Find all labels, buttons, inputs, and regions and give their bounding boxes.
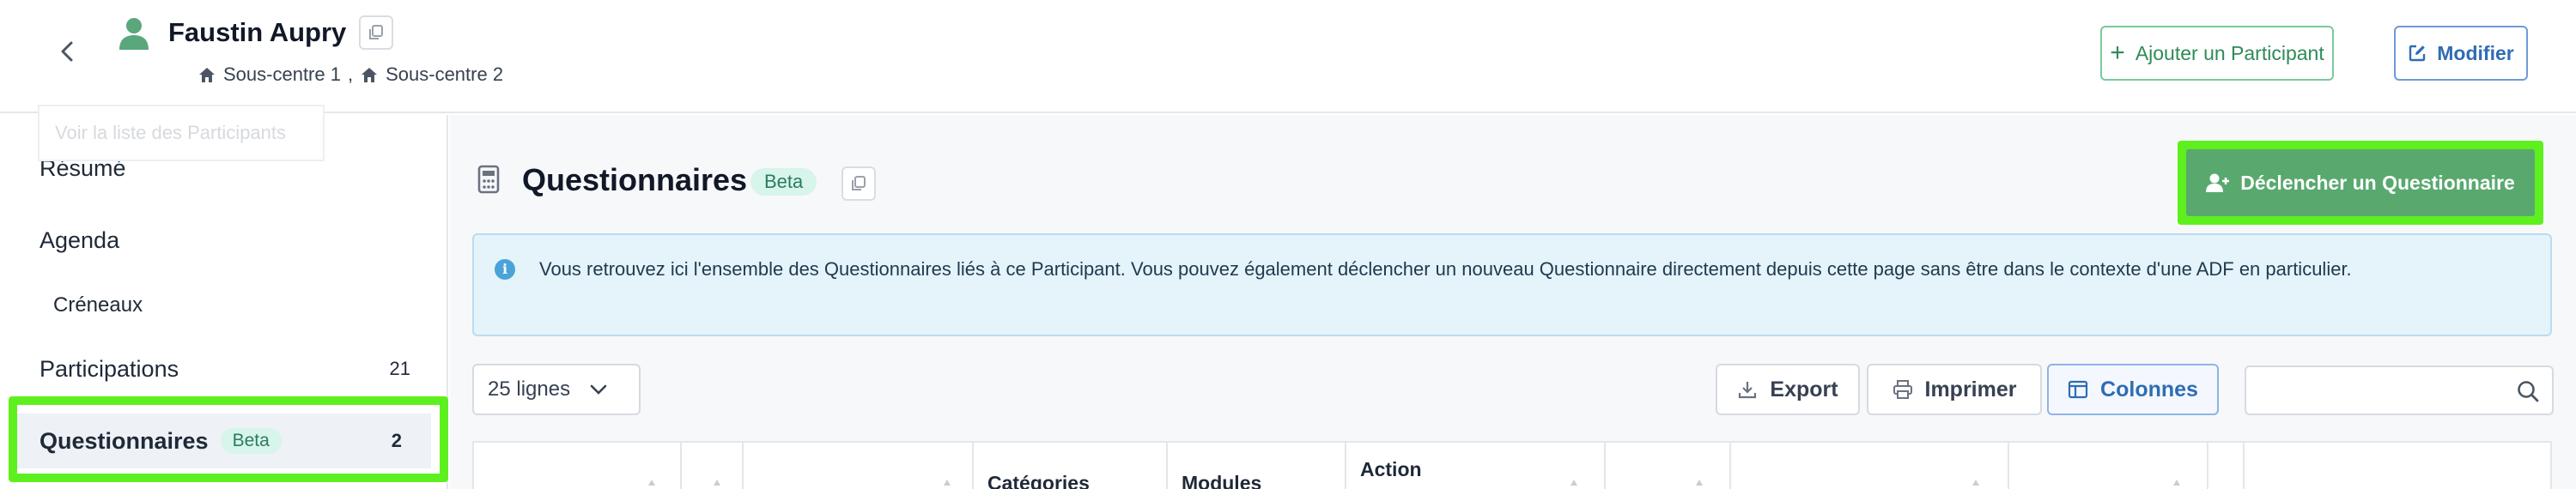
export-button[interactable]: Export	[1716, 364, 1860, 415]
copy-icon	[852, 176, 866, 190]
sidebar-item-label: Créneaux	[53, 293, 143, 317]
participations-count: 21	[389, 358, 410, 379]
search-icon	[2518, 381, 2539, 402]
user-icon	[119, 18, 149, 50]
calculator-icon	[477, 165, 500, 194]
user-plus-icon	[2206, 173, 2230, 192]
sidebar-item-participations[interactable]: Participations 21	[0, 343, 448, 395]
breadcrumb: Sous-centre 1 , Sous-centre 2	[197, 62, 503, 88]
home-icon	[199, 68, 215, 82]
sidebar-item-label: Participations	[39, 355, 179, 382]
sort-icon	[1571, 480, 1577, 486]
add-participant-button[interactable]: + Ajouter un Participant	[2100, 26, 2334, 81]
page-header: Faustin Aupry Sous-centre 1 , Sous-centr…	[0, 0, 2576, 113]
copy-icon	[369, 25, 383, 39]
table-header-cell[interactable]	[2207, 443, 2243, 489]
print-label: Imprimer	[1924, 377, 2017, 401]
export-label: Export	[1770, 377, 1838, 401]
info-icon: i	[495, 259, 515, 280]
table-header-cell[interactable]	[474, 443, 680, 489]
edit-button[interactable]: Modifier	[2394, 26, 2528, 81]
info-banner: i Vous retrouvez ici l'ensemble des Ques…	[472, 233, 2552, 336]
table-header-cell[interactable]	[742, 443, 972, 489]
table-header-cell[interactable]	[2243, 443, 2550, 489]
search-input[interactable]	[2245, 365, 2554, 415]
sidebar-item-questionnaires[interactable]: Questionnaires Beta 2	[17, 414, 431, 468]
edit-icon	[2409, 45, 2426, 62]
chevron-down-icon	[590, 384, 607, 395]
copy-title-button[interactable]	[841, 166, 876, 201]
table-header-cell[interactable]	[1729, 443, 2008, 489]
breadcrumb-item[interactable]: Sous-centre 1	[223, 62, 341, 88]
questionnaires-count: 2	[391, 430, 402, 451]
print-button[interactable]: Imprimer	[1867, 364, 2042, 415]
plus-icon: +	[2110, 39, 2125, 67]
beta-badge: Beta	[750, 168, 817, 196]
table-header-categories[interactable]: Catégories	[972, 443, 1166, 489]
sort-icon	[1972, 480, 1979, 486]
printer-icon	[1893, 380, 1912, 399]
table-header-cell[interactable]	[1604, 443, 1729, 489]
back-button[interactable]	[50, 34, 84, 69]
participant-name: Faustin Aupry	[168, 17, 347, 47]
copy-name-button[interactable]	[359, 15, 393, 50]
download-icon	[1739, 382, 1757, 399]
home-icon	[361, 68, 378, 82]
rows-per-page-select[interactable]: 25 lignes	[472, 364, 641, 415]
sort-icon	[944, 480, 951, 486]
questionnaires-table: Catégories Modules Action	[472, 441, 2552, 489]
table-header-modules[interactable]: Modules	[1166, 443, 1345, 489]
sort-icon	[2173, 480, 2180, 486]
sidebar-item-label: Agenda	[39, 226, 120, 253]
columns-icon	[2068, 380, 2088, 399]
sort-icon	[648, 480, 655, 486]
trigger-questionnaire-inner: Déclencher un Questionnaire	[2186, 149, 2535, 216]
columns-label: Colonnes	[2100, 377, 2198, 401]
table-header-cell[interactable]	[680, 443, 742, 489]
breadcrumb-separator: ,	[347, 63, 354, 85]
table-header-action[interactable]: Action	[1345, 443, 1604, 489]
sidebar-item-label: Questionnaires	[39, 427, 209, 454]
sidebar-item-agenda[interactable]: Agenda	[0, 214, 448, 266]
page-title: Questionnaires	[522, 162, 748, 197]
trigger-questionnaire-button[interactable]: Déclencher un Questionnaire	[2178, 141, 2543, 225]
sort-icon	[1696, 480, 1703, 486]
beta-badge: Beta	[220, 428, 282, 454]
trigger-questionnaire-label: Déclencher un Questionnaire	[2240, 171, 2515, 194]
chevron-left-icon	[61, 41, 73, 62]
sort-icon	[714, 480, 720, 486]
edit-label: Modifier	[2437, 41, 2514, 64]
tooltip: Voir la liste des Participants	[38, 105, 325, 161]
add-participant-label: Ajouter un Participant	[2135, 41, 2324, 64]
table-header-cell[interactable]	[2008, 443, 2207, 489]
info-text: Vous retrouvez ici l'ensemble des Questi…	[539, 258, 2352, 280]
sidebar-item-creneaux[interactable]: Créneaux	[0, 281, 448, 329]
rows-per-page-value: 25 lignes	[488, 377, 571, 401]
columns-button[interactable]: Colonnes	[2047, 364, 2219, 415]
breadcrumb-item[interactable]: Sous-centre 2	[386, 62, 503, 88]
